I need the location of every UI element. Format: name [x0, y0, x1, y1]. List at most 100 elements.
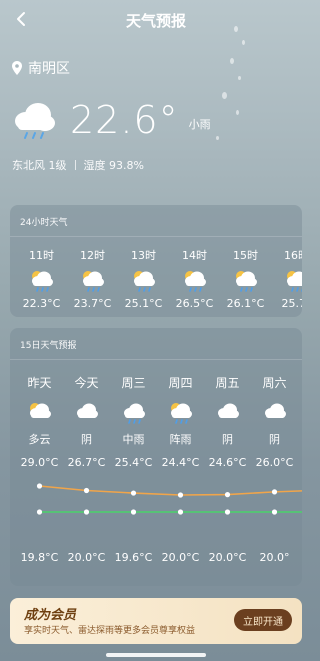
day-condition: 阴 — [222, 433, 233, 446]
current-weather: 22.6° 小雨 — [12, 98, 211, 142]
day-low: 20.0°C — [208, 551, 247, 564]
current-meta: 东北风 1级 湿度 93.8% — [12, 157, 144, 173]
cloud-icon — [264, 403, 286, 418]
hour-temp: 25.1°C — [124, 297, 163, 310]
low-temp-point — [224, 509, 231, 515]
day-icon — [63, 401, 110, 423]
cloud-rain-icon — [15, 103, 55, 139]
partly-cloudy-icon — [29, 403, 51, 418]
promo-title: 成为会员 — [24, 608, 77, 623]
membership-banner[interactable]: 成为会员 享实时天气、雷达探雨等更多会员尊享权益 立即开通 — [10, 598, 302, 644]
daily-item: 周六阴 26.0°C — [251, 374, 298, 469]
day-icon — [110, 401, 157, 424]
hourly-list[interactable]: 11时 22.3°C 12时 23.7°C 13时 25.1°C 14时 26.5°C 15时 2… — [10, 237, 302, 310]
day-condition: 阴 — [81, 433, 92, 446]
hourly-item: 16时 25.7° — [271, 247, 302, 310]
high-temp-point — [130, 490, 137, 496]
high-temp-point — [36, 483, 43, 489]
subscribe-button[interactable]: 立即开通 — [234, 609, 292, 631]
day-condition: 阵雨 — [169, 433, 192, 446]
high-temp-line — [39, 485, 302, 496]
rain-icon — [123, 403, 145, 424]
day-high: 26.7°C — [67, 456, 106, 469]
hour-temp: 25.7° — [281, 297, 303, 310]
hourly-item: 12时 23.7°C — [67, 247, 118, 310]
hour-icon — [271, 269, 302, 292]
day-name: 昨天 — [27, 376, 52, 390]
high-temp-point — [224, 492, 231, 498]
cloud-icon — [217, 403, 239, 418]
daily-list[interactable]: 昨天 多云 29.0°C 今天阴 26.7°C 周三 中雨 25.4°C 周四 阵雨 24.4°C 周… — [10, 360, 302, 469]
hour-time: 11时 — [29, 249, 54, 262]
hourly-title: 24小时天气 — [20, 218, 68, 228]
sun-rain-icon — [170, 403, 192, 424]
hour-time: 15时 — [233, 249, 258, 262]
low-temp-point — [271, 509, 278, 515]
hour-temp: 26.1°C — [226, 297, 265, 310]
hourly-item: 14时 26.5°C — [169, 247, 220, 310]
divider — [74, 160, 76, 170]
day-name: 周四 — [168, 376, 193, 390]
hour-icon — [220, 269, 271, 292]
hourly-forecast-card: 24小时天气 11时 22.3°C 12时 23.7°C 13时 25.1°C 14时 26.… — [10, 205, 302, 317]
raindrops-decoration — [212, 18, 252, 168]
hour-icon — [67, 269, 118, 292]
location[interactable]: 南明区 — [12, 58, 70, 78]
low-temp-point — [177, 509, 184, 515]
day-icon — [157, 401, 204, 424]
sun-rain-icon — [286, 271, 302, 292]
humidity-info: 湿度 93.8% — [83, 159, 144, 172]
day-low: 20.0°C — [67, 551, 106, 564]
low-temp-point — [130, 509, 137, 515]
location-pin-icon — [12, 61, 22, 75]
sun-rain-icon — [31, 271, 53, 292]
hour-temp: 26.5°C — [175, 297, 214, 310]
daily-item: 周四 阵雨 24.4°C — [157, 374, 204, 469]
hour-time: 14时 — [182, 249, 207, 262]
high-temp-point — [83, 487, 90, 494]
day-high: 25.4°C — [114, 456, 153, 469]
page-title: 天气预报 — [125, 12, 186, 30]
hour-temp: 22.3°C — [22, 297, 61, 310]
day-low: 19.8°C — [20, 551, 59, 564]
hour-time: 16时 — [284, 249, 302, 262]
day-high: 26.0°C — [255, 456, 294, 469]
day-name: 周六 — [262, 376, 287, 390]
day-low: 19.6°C — [114, 551, 153, 564]
day-high: 24.6°C — [208, 456, 247, 469]
day-icon — [204, 401, 251, 423]
hourly-item: 15时 26.1°C — [220, 247, 271, 310]
promo-subtitle: 享实时天气、雷达探雨等更多会员尊享权益 — [24, 626, 196, 636]
day-condition: 阴 — [269, 433, 280, 446]
low-temp-point — [83, 509, 90, 515]
hour-temp: 23.7°C — [73, 297, 112, 310]
daily-forecast-card: 15日天气预报 昨天 多云 29.0°C 今天阴 26.7°C 周三 中雨 25.4°C 周四阵… — [10, 328, 302, 586]
sun-rain-icon — [133, 271, 155, 292]
current-condition: 小雨 — [188, 118, 211, 131]
location-name: 南明区 — [28, 61, 70, 77]
sun-rain-icon — [235, 271, 257, 292]
day-condition: 中雨 — [122, 433, 145, 446]
daily-item: 周三 中雨 25.4°C — [110, 374, 157, 469]
low-temperature-row: 19.8°C 20.0°C 19.6°C 20.0°C 20.0°C 20.0° — [16, 551, 298, 564]
high-temp-point — [271, 489, 278, 495]
daily-item: 今天阴 26.7°C — [63, 374, 110, 469]
day-high: 29.0°C — [20, 456, 59, 469]
high-temp-point — [177, 492, 184, 498]
home-indicator — [106, 653, 206, 657]
day-icon — [251, 401, 298, 423]
daily-item: 昨天多云 29.0°C — [16, 374, 63, 469]
sun-rain-icon — [82, 271, 104, 292]
hourly-item: 13时 25.1°C — [118, 247, 169, 310]
day-condition: 多云 — [28, 433, 51, 446]
day-icon — [16, 401, 63, 423]
header: 天气预报 — [0, 0, 312, 40]
wind-info: 东北风 1级 — [12, 159, 67, 172]
day-low: 20.0°C — [161, 551, 200, 564]
hour-icon — [118, 269, 169, 292]
hour-time: 12时 — [80, 249, 105, 262]
daily-item: 周五阴 24.6°C — [204, 374, 251, 469]
hour-icon — [16, 269, 67, 292]
day-name: 周五 — [215, 376, 240, 390]
cloud-icon — [76, 403, 98, 418]
